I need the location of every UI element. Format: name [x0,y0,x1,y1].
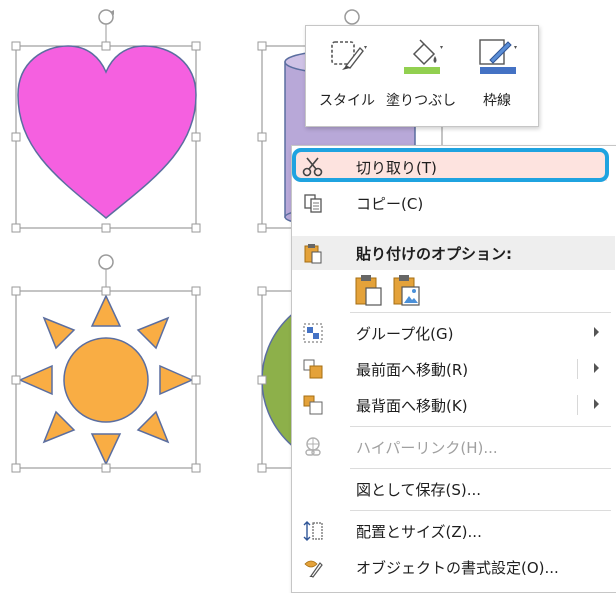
menu-separator [350,510,611,511]
paint-bucket-icon [404,39,443,74]
menu-item-group[interactable]: グループ化(G) [292,316,615,350]
menu-item-format-object[interactable]: オブジェクトの書式設定(O)... [292,550,615,584]
highlight-ring [292,148,609,182]
split-divider [577,359,578,379]
split-divider [577,395,578,415]
submenu-arrow-icon[interactable] [594,363,599,373]
menu-item-copy[interactable]: コピー(C) [292,186,615,220]
fill-button[interactable]: 塗りつぶし [386,32,456,118]
position-size-icon [303,521,323,541]
shape-style-icon [331,41,367,70]
style-button[interactable]: スタイル [312,32,382,118]
copy-icon [304,194,322,213]
heart-shape[interactable] [11,9,201,233]
menu-separator [350,312,611,313]
menu-item-hyperlink: ハイパーリンク(H)... [292,430,615,464]
menu-item-hyperlink-label: ハイパーリンク(H)... [356,439,498,457]
context-menu: 切り取り(T) コピー(C) 貼り付けのオプション: グループ化(G) 最前面へ… [291,145,616,593]
fill-label: 塗りつぶし [386,93,457,109]
menu-item-bring-to-front[interactable]: 最前面へ移動(R) [292,352,615,386]
hyperlink-icon [305,437,321,456]
sun-shape[interactable] [11,254,201,473]
submenu-arrow-icon [594,327,599,337]
menu-item-bring-to-front-label: 最前面へ移動(R) [356,361,469,379]
menu-separator [350,468,611,469]
paste-keep-icon[interactable] [354,274,384,306]
bring-to-front-icon [303,359,323,379]
menu-item-position-size-label: 配置とサイズ(Z)... [356,523,482,541]
pen-outline-icon [479,39,517,74]
outline-label: 枠線 [483,93,511,109]
group-icon [303,323,323,343]
paste-icon [304,244,322,264]
menu-item-cut-label: 切り取り(T) [356,159,437,177]
menu-item-format-object-label: オブジェクトの書式設定(O)... [356,559,559,577]
send-to-back-icon [303,395,323,415]
menu-item-send-to-back-label: 最背面へ移動(K) [356,397,468,415]
outline-button[interactable]: 枠線 [462,32,532,118]
scissors-icon [302,157,323,177]
paste-options-label: 貼り付けのオプション: [356,245,512,263]
menu-item-save-as-picture-label: 図として保存(S)... [356,481,482,499]
menu-item-copy-label: コピー(C) [356,195,424,213]
menu-item-group-label: グループ化(G) [356,325,454,343]
rotate-handle[interactable] [98,9,114,25]
menu-item-position-size[interactable]: 配置とサイズ(Z)... [292,514,615,548]
submenu-arrow-icon[interactable] [594,399,599,409]
menu-item-save-as-picture[interactable]: 図として保存(S)... [292,472,615,506]
menu-item-send-to-back[interactable]: 最背面へ移動(K) [292,388,615,422]
menu-separator [350,426,611,427]
paste-options-header: 貼り付けのオプション: [292,236,615,270]
paste-picture-icon[interactable] [392,274,422,306]
mini-toolbar: スタイル 塗りつぶし 枠線 [305,25,539,127]
style-label: スタイル [319,93,375,109]
menu-item-cut[interactable]: 切り取り(T) [292,146,615,182]
format-object-icon [304,560,323,578]
